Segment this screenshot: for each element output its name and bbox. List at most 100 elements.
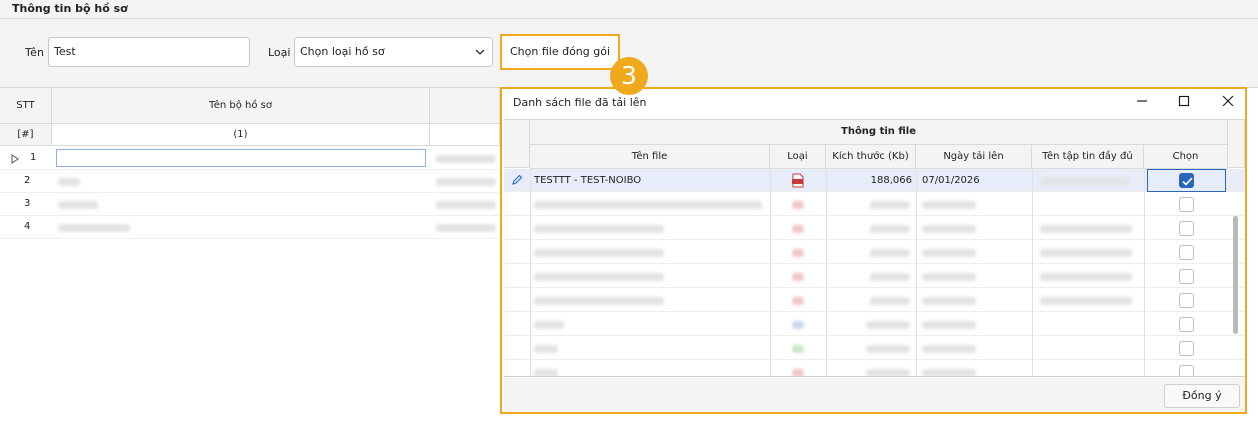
blurred-value — [866, 345, 910, 353]
table-row[interactable]: 2 — [0, 170, 500, 193]
row-stt: 3 — [24, 198, 31, 209]
row-checkbox[interactable] — [1179, 173, 1194, 188]
column-divider — [826, 168, 827, 376]
file-type-icon — [792, 201, 804, 209]
row-checkbox[interactable] — [1179, 365, 1194, 376]
row-checkbox[interactable] — [1179, 221, 1194, 236]
col-date[interactable]: Ngày tải lên — [916, 145, 1032, 169]
col-name-header[interactable]: Tên bộ hồ sơ — [52, 88, 430, 124]
blurred-value — [922, 225, 976, 233]
col-choose[interactable]: Chọn — [1144, 145, 1228, 169]
row-checkbox[interactable] — [1179, 245, 1194, 260]
blurred-value — [534, 369, 558, 376]
row-stt: 1 — [30, 152, 37, 163]
row-checkbox[interactable] — [1179, 269, 1194, 284]
type-label: Loại — [268, 46, 291, 59]
row-stt: 2 — [24, 175, 31, 186]
row-checkbox[interactable] — [1179, 341, 1194, 356]
column-divider — [1144, 168, 1145, 376]
row-checkbox[interactable] — [1179, 317, 1194, 332]
filter-extra[interactable] — [430, 124, 500, 146]
type-select-value: Chọn loại hồ sơ — [300, 45, 385, 58]
col-stt-header[interactable]: STT — [0, 88, 52, 124]
row-stt: 4 — [24, 221, 31, 232]
blurred-value — [870, 297, 910, 305]
group-header: Thông tin file — [530, 120, 1228, 145]
dossier-grid: STT Tên bộ hồ sơ [#] (1) 1 2 3 4 — [0, 88, 500, 429]
blurred-value — [922, 297, 976, 305]
blurred-value — [58, 201, 98, 209]
step-badge: 3 — [610, 57, 648, 95]
row-checkbox[interactable] — [1179, 197, 1194, 212]
minimize-icon — [1137, 100, 1147, 102]
col-type[interactable]: Loại — [770, 145, 826, 169]
row-name-editor[interactable] — [56, 149, 426, 167]
blurred-value — [922, 345, 976, 353]
blurred-value — [866, 369, 910, 376]
blurred-value — [870, 201, 910, 209]
row-header-corner — [504, 120, 530, 168]
table-row[interactable]: 1 — [0, 147, 500, 170]
blurred-value — [866, 321, 910, 329]
table-row[interactable] — [504, 337, 1245, 360]
column-divider — [530, 168, 531, 376]
pdf-file-icon — [792, 173, 804, 188]
blurred-value — [58, 178, 80, 186]
minimize-button[interactable] — [1130, 93, 1154, 113]
blurred-value — [534, 201, 762, 209]
blurred-value — [870, 273, 910, 281]
filter-stt[interactable]: [#] — [0, 124, 52, 146]
blurred-value — [1040, 273, 1132, 281]
blurred-value — [1040, 249, 1132, 257]
blurred-value — [58, 224, 130, 232]
maximize-button[interactable] — [1172, 93, 1196, 113]
table-row[interactable] — [504, 241, 1245, 264]
row-checkbox[interactable] — [1179, 293, 1194, 308]
table-row[interactable]: TESTTT - TEST-NOIBO 188,066 07/01/2026 — [504, 169, 1245, 192]
blurred-value — [922, 273, 976, 281]
blurred-value — [436, 155, 496, 163]
blurred-value — [870, 249, 910, 257]
maximize-icon — [1178, 95, 1190, 107]
column-divider — [1032, 168, 1033, 376]
table-row[interactable]: 4 — [0, 216, 500, 239]
section-divider — [0, 18, 1258, 19]
blurred-value — [534, 249, 664, 257]
table-row[interactable]: 3 — [0, 193, 500, 216]
pencil-icon — [512, 174, 523, 185]
header-filler — [1228, 120, 1245, 168]
upload-date-cell: 07/01/2026 — [922, 175, 980, 186]
blurred-value — [534, 345, 558, 353]
blurred-value — [1040, 177, 1130, 185]
table-row[interactable] — [504, 289, 1245, 312]
table-row[interactable] — [504, 361, 1245, 376]
blurred-value — [534, 321, 564, 329]
agree-button[interactable]: Đồng ý — [1164, 384, 1240, 408]
blurred-value — [436, 178, 496, 186]
col-extra-header[interactable] — [430, 88, 500, 124]
close-icon — [1222, 95, 1234, 107]
uploaded-files-dialog: Danh sách file đã tải lên Thông tin file… — [500, 87, 1247, 414]
col-file-name[interactable]: Tên file — [530, 145, 770, 169]
file-type-icon — [792, 225, 804, 233]
blurred-value — [922, 369, 976, 376]
section-title: Thông tin bộ hồ sơ — [12, 2, 128, 15]
file-type-icon — [792, 297, 804, 305]
table-row[interactable] — [504, 313, 1245, 336]
choose-package-file-button[interactable]: Chọn file đóng gói — [500, 34, 620, 70]
file-size-cell: 188,066 — [870, 175, 912, 186]
table-row[interactable] — [504, 193, 1245, 216]
table-row[interactable] — [504, 217, 1245, 240]
filter-name[interactable]: (1) — [52, 124, 430, 146]
file-type-icon — [792, 249, 804, 257]
column-divider — [770, 168, 771, 376]
type-select[interactable]: Chọn loại hồ sơ — [294, 37, 493, 67]
table-row[interactable] — [504, 265, 1245, 288]
vertical-scrollbar[interactable] — [1233, 216, 1238, 334]
name-input-value: Test — [54, 45, 76, 58]
col-size[interactable]: Kích thước (Kb) — [826, 145, 916, 169]
close-button[interactable] — [1216, 93, 1240, 113]
name-input[interactable]: Test — [48, 37, 250, 67]
col-full-name[interactable]: Tên tập tin đầy đủ — [1032, 145, 1144, 169]
blurred-value — [436, 201, 496, 209]
